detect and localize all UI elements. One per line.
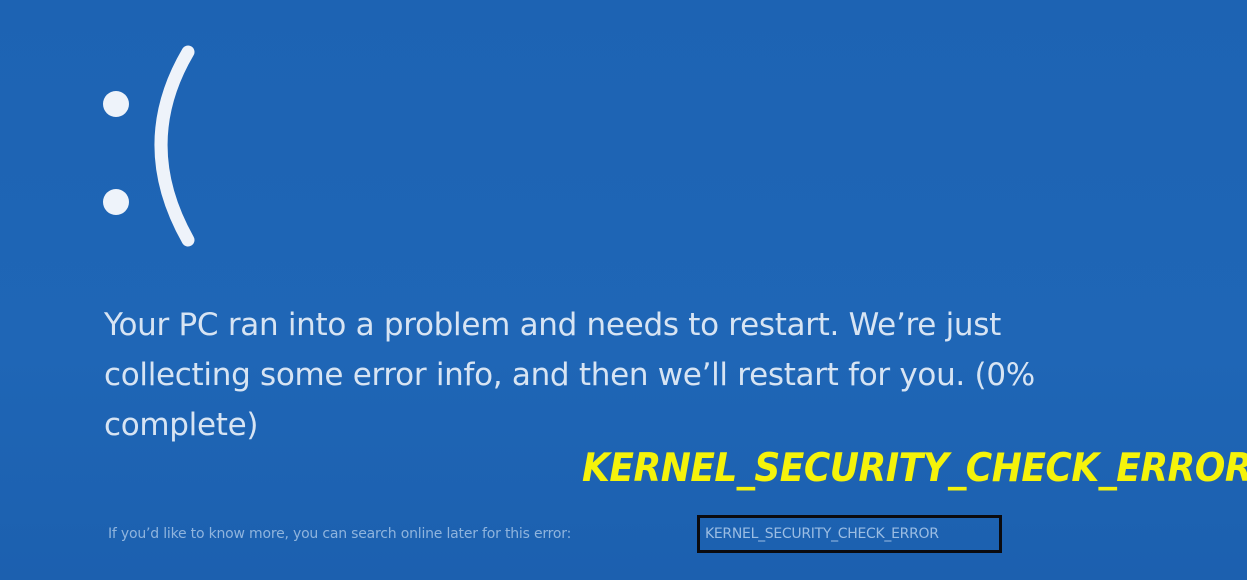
sad-face-lower-dot (103, 189, 129, 215)
more-info-text: If you’d like to know more, you can sear… (108, 526, 572, 542)
sad-face-mouth (154, 45, 195, 247)
error-message: Your PC ran into a problem and needs to … (104, 307, 1035, 443)
bsod-screen: Your PC ran into a problem and needs to … (0, 0, 1247, 580)
sad-face-icon (103, 45, 195, 247)
stop-code: KERNEL_SECURITY_CHECK_ERROR (697, 515, 1002, 553)
stop-code-callout: KERNEL_SECURITY_CHECK_ERROR (582, 446, 1247, 491)
sad-face-upper-dot (103, 91, 129, 117)
